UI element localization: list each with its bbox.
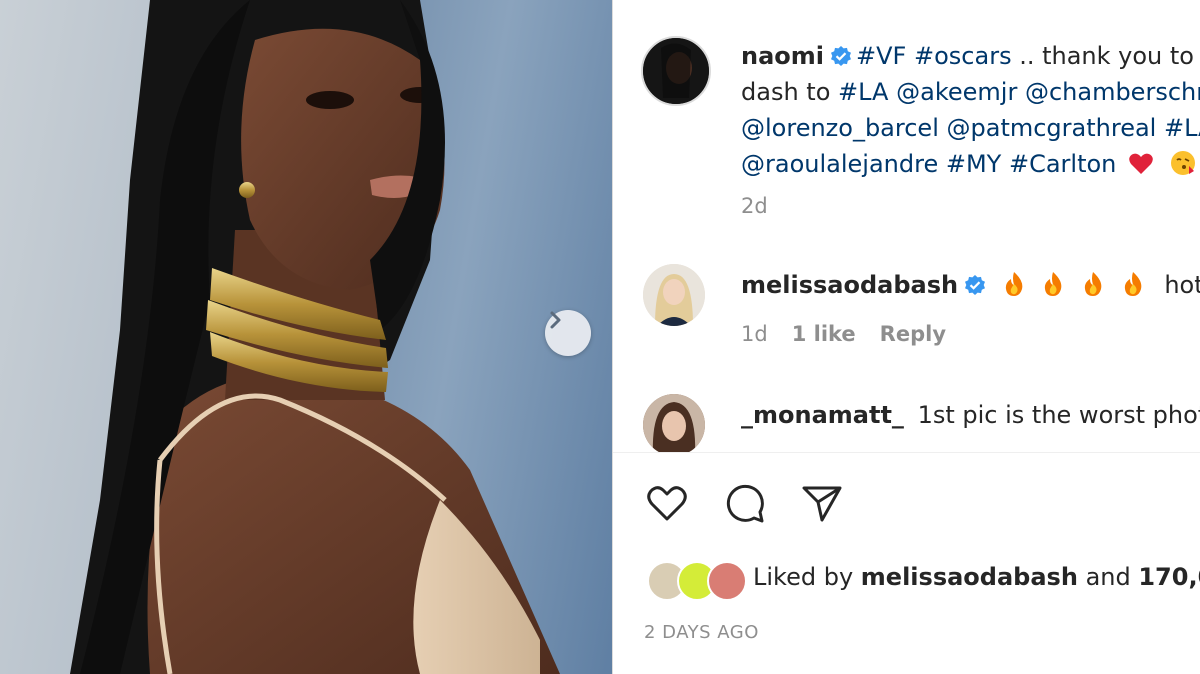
- hashtag-link[interactable]: #Carlton: [1009, 150, 1116, 178]
- caption-line-2: dash to #LA @akeemjr @chamberschri: [741, 74, 1200, 110]
- post-details-panel: naomi #VF #oscars .. thank you to m dash …: [613, 0, 1200, 674]
- caption-text: [906, 42, 914, 70]
- mention-link[interactable]: @raoulalejandre: [741, 150, 938, 178]
- liked-by-avatars[interactable]: [647, 561, 751, 601]
- paper-plane-icon: [802, 486, 842, 522]
- mention-link[interactable]: @chamberschri: [1025, 78, 1200, 106]
- comment-time-ago: 1d: [741, 322, 768, 346]
- chevron-right-icon: [550, 311, 561, 329]
- actions-divider: [613, 452, 1200, 453]
- caption-line-3: @lorenzo_barcel @patmcgrathreal #LA: [741, 110, 1200, 146]
- comment-text: hottie: [1164, 271, 1200, 299]
- next-photo-button[interactable]: [545, 310, 591, 356]
- post-photo: [0, 0, 612, 674]
- author-avatar-image: [643, 38, 709, 104]
- commenter-avatar-image: [643, 394, 705, 456]
- comment-1-meta: 1d 1 like Reply: [741, 322, 946, 346]
- caption-line-4: @raoulalejandre #MY #Carlton: [741, 146, 1200, 186]
- hashtag-link[interactable]: #MY: [946, 150, 1001, 178]
- commenter-avatar[interactable]: [643, 264, 705, 326]
- hashtag-link[interactable]: #LA: [1164, 114, 1200, 142]
- verified-badge-icon: [830, 41, 852, 77]
- caption-text: .. thank you to m: [1019, 42, 1200, 70]
- author-avatar[interactable]: [641, 36, 711, 106]
- hashtag-link[interactable]: #oscars: [914, 42, 1012, 70]
- share-button[interactable]: [800, 482, 844, 526]
- caption-text: [1156, 114, 1164, 142]
- author-username[interactable]: naomi: [741, 42, 824, 70]
- liked-by-user[interactable]: melissaodabash: [861, 563, 1078, 591]
- liked-by-prefix: Liked by: [753, 563, 854, 591]
- caption-text: [888, 78, 896, 106]
- comment-username[interactable]: melissaodabash: [741, 271, 958, 299]
- portrait-illustration: [70, 0, 560, 674]
- fire-emoji-icon: [1041, 271, 1065, 307]
- post-date[interactable]: 2 DAYS AGO: [644, 622, 759, 643]
- comment-scroll-mask: [613, 452, 1200, 482]
- hashtag-link[interactable]: #LA: [838, 78, 888, 106]
- liker-avatar: [707, 561, 747, 601]
- like-button[interactable]: [645, 482, 689, 526]
- liked-by-and: and: [1085, 563, 1131, 591]
- comment-like-count[interactable]: 1 like: [792, 322, 856, 346]
- heart-icon: [647, 486, 687, 521]
- comment-icon: [726, 484, 764, 523]
- caption-text: dash to: [741, 78, 839, 106]
- fire-emoji-icon: [1081, 271, 1105, 307]
- mention-link[interactable]: @lorenzo_barcel: [741, 114, 939, 142]
- fire-emoji-icon: [1121, 271, 1145, 307]
- caption-text: [938, 150, 946, 178]
- face-blowing-kiss-emoji-icon: [1170, 150, 1196, 186]
- comment-username[interactable]: _monamatt_: [741, 401, 904, 429]
- commenter-avatar[interactable]: [643, 394, 705, 456]
- post-time-ago: 2d: [741, 194, 768, 218]
- verified-badge-icon: [964, 270, 986, 306]
- caption-line-1: naomi #VF #oscars .. thank you to m: [741, 38, 1200, 77]
- mention-link[interactable]: @akeemjr: [896, 78, 1017, 106]
- comment-text: 1st pic is the worst photo: [917, 401, 1200, 429]
- mention-link[interactable]: @patmcgrathreal: [947, 114, 1157, 142]
- hashtag-link[interactable]: #VF: [856, 42, 906, 70]
- comment-button[interactable]: [723, 482, 767, 526]
- liked-by-text: Liked by melissaodabash and 170,092: [753, 563, 1200, 591]
- comment-1: melissaodabash hottie: [741, 267, 1200, 307]
- likes-count[interactable]: 170,092: [1138, 563, 1200, 591]
- caption-text: [1017, 78, 1025, 106]
- comment-2: _monamatt_ 1st pic is the worst photo: [741, 397, 1200, 433]
- red-heart-emoji-icon: [1128, 150, 1154, 186]
- caption-text: [1001, 150, 1009, 178]
- fire-emoji-icon: [1002, 271, 1026, 307]
- reply-button[interactable]: Reply: [880, 322, 946, 346]
- caption-text: [939, 114, 947, 142]
- commenter-avatar-image: [643, 264, 705, 326]
